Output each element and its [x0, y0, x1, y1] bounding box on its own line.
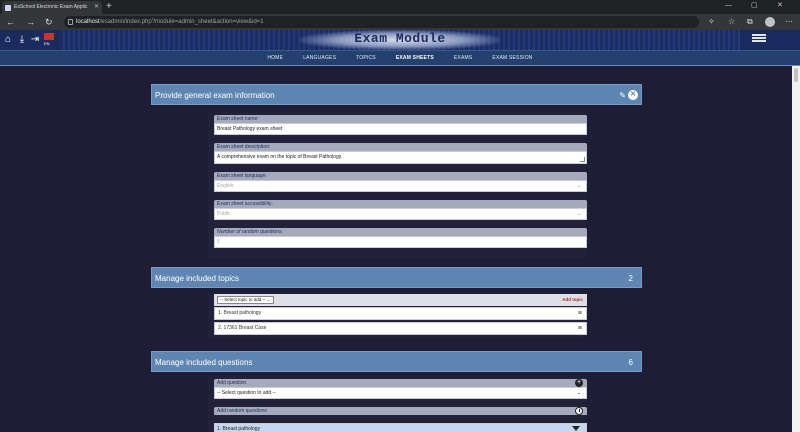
new-tab-icon[interactable]: + [106, 0, 112, 14]
address-bar[interactable]: localhost/esadmin/index.php?module=admin… [64, 16, 699, 28]
app-title: Exam Module [354, 31, 446, 46]
more-icon[interactable]: ⋯ [785, 14, 793, 30]
questions-count: 6 [628, 358, 633, 367]
menu-item-topics[interactable]: TOPICS [356, 51, 376, 65]
menu-item-home[interactable]: HOME [267, 51, 283, 65]
general-section-title: Provide general exam information [155, 91, 275, 100]
browser-tab[interactable]: EsSchool Electronic Exam Applic ✕ [2, 1, 102, 14]
topic-row[interactable]: 2. 17361 Breast Case ≡ [214, 322, 587, 335]
menu-item-exams[interactable]: EXAMS [454, 51, 473, 65]
name-label: Exam sheet name: [214, 115, 587, 123]
topic-row[interactable]: 1. Breast pathology ≡ [214, 307, 587, 320]
add-question-text: Add question [217, 380, 247, 386]
add-circle-icon[interactable]: + [575, 379, 583, 387]
questions-section-header: Manage included questions 6 [151, 351, 642, 372]
description-text: A comprehensive exam on the topic of Bre… [217, 154, 343, 160]
resize-grip-icon[interactable] [580, 157, 585, 162]
url-path: /esadmin/index.php?module=admin_sheet&ac… [99, 19, 264, 25]
topics-panel: -- Select topic to add -- ⌄ Add topic 1.… [208, 293, 587, 338]
language-select[interactable]: English ⌄ [214, 180, 587, 192]
home-icon[interactable]: ⌂ [3, 34, 13, 45]
logo-bars-icon [752, 33, 766, 42]
drag-handle-icon[interactable]: ≡ [578, 323, 582, 334]
favicon-icon [5, 5, 11, 11]
profile-avatar[interactable] [765, 17, 775, 27]
clock-icon[interactable] [575, 407, 583, 415]
window-close-icon[interactable]: ✕ [777, 0, 783, 12]
site-info-icon[interactable] [68, 19, 73, 25]
menu-item-exam-session[interactable]: EXAM SESSION [492, 51, 532, 65]
browser-tabbar: EsSchool Electronic Exam Applic ✕ + — ▢ … [0, 0, 800, 14]
random-topic-row[interactable]: 1. Breast pathology [214, 423, 587, 432]
description-field: Exam sheet description: A comprehensive … [214, 143, 587, 164]
scrollbar-thumb[interactable] [794, 68, 798, 82]
app-header: Exam Module ⌂ ⤓ ⇥ EN [0, 30, 800, 50]
name-field: Exam sheet name: Breast Pathology exam s… [214, 115, 587, 135]
logout-icon[interactable]: ⇥ [30, 34, 40, 45]
extensions-icon[interactable]: ✧ [708, 14, 715, 30]
close-tab-icon[interactable]: ✕ [94, 1, 99, 14]
questions-section-title: Manage included questions [155, 358, 253, 367]
caret-down-icon[interactable] [572, 426, 580, 431]
url-host: localhost [76, 19, 100, 25]
description-label: Exam sheet description: [214, 143, 587, 151]
random-topic-label: 1. Breast pathology [217, 426, 261, 432]
language-flag-icon[interactable] [44, 33, 54, 40]
browser-toolbar: ← → ↻ localhost/esadmin/index.php?module… [0, 14, 800, 30]
favorites-icon[interactable]: ☆ [728, 14, 735, 30]
language-field: Exam sheet language: English ⌄ [214, 172, 587, 192]
accessibility-value: Public [217, 211, 231, 217]
random-questions-block: Add random questions 1. Breast pathology [214, 407, 587, 432]
general-form: Exam sheet name: Breast Pathology exam s… [208, 112, 587, 258]
language-label: Exam sheet language: [214, 172, 587, 180]
download-icon[interactable]: ⤓ [17, 34, 27, 45]
header-toolbar: ⌂ ⤓ ⇥ EN [0, 30, 56, 50]
topic-row-label: 1. Breast pathology [218, 310, 262, 316]
menu-item-languages[interactable]: LANGUAGES [303, 51, 336, 65]
language-badge: EN [44, 41, 50, 46]
accessibility-label: Exam sheet accessibility: [214, 200, 587, 208]
random-questions-label: Number of random questions: [214, 228, 587, 236]
name-input[interactable]: Breast Pathology exam sheet [214, 123, 587, 135]
collections-icon[interactable]: ⧉ [747, 14, 753, 30]
main-menu: HOME LANGUAGES TOPICS EXAM SHEETS EXAMS EXAM … [0, 50, 800, 66]
add-topic-button[interactable]: Add topic [562, 296, 583, 304]
topics-count: 2 [628, 274, 633, 283]
question-select-value: -- Select question to add -- [217, 390, 276, 396]
question-select[interactable]: -- Select question to add -- ⌄ [214, 387, 587, 399]
topics-section-title: Manage included topics [155, 274, 240, 283]
questions-panel: Add question + -- Select question to add… [208, 377, 587, 432]
chevron-down-icon: ⌄ [576, 390, 581, 396]
topic-select[interactable]: -- Select topic to add -- ⌄ [217, 296, 274, 304]
random-questions-field: Number of random questions: 5 [214, 228, 587, 248]
language-value: English [217, 183, 234, 189]
topic-select-value: -- Select topic to add -- [220, 297, 266, 302]
tab-title: EsSchool Electronic Exam Applic [14, 4, 88, 10]
menu-item-exam-sheets[interactable]: EXAM SHEETS [396, 51, 434, 65]
description-textarea[interactable]: A comprehensive exam on the topic of Bre… [214, 151, 587, 164]
minimize-icon[interactable]: — [725, 0, 732, 12]
institution-logo [738, 32, 780, 48]
accessibility-select[interactable]: Public ⌄ [214, 208, 587, 220]
edit-icon[interactable]: ✎ [619, 85, 626, 106]
page-scrollbar[interactable] [792, 66, 800, 432]
general-section-header: Provide general exam information ✎ ✕ [151, 84, 642, 105]
add-question-label: Add question + [214, 379, 587, 387]
reload-icon[interactable]: ↻ [45, 14, 53, 30]
maximize-icon[interactable]: ▢ [751, 0, 758, 12]
add-random-text: Add random questions [217, 408, 268, 414]
close-icon[interactable]: ✕ [628, 90, 638, 100]
add-question-field: Add question + -- Select question to add… [214, 379, 587, 399]
add-random-label: Add random questions [214, 407, 587, 415]
back-icon[interactable]: ← [6, 14, 15, 30]
topics-section-header: Manage included topics 2 [151, 267, 642, 288]
accessibility-field: Exam sheet accessibility: Public ⌄ [214, 200, 587, 220]
topic-row-label: 2. 17361 Breast Case [218, 325, 267, 331]
chevron-down-icon: ⌄ [576, 211, 581, 217]
random-questions-input[interactable]: 5 [214, 236, 587, 248]
drag-handle-icon[interactable]: ≡ [578, 308, 582, 319]
add-topic-bar: -- Select topic to add -- ⌄ Add topic [214, 294, 587, 306]
chevron-down-icon: ⌄ [576, 183, 581, 189]
forward-icon[interactable]: → [26, 14, 35, 30]
